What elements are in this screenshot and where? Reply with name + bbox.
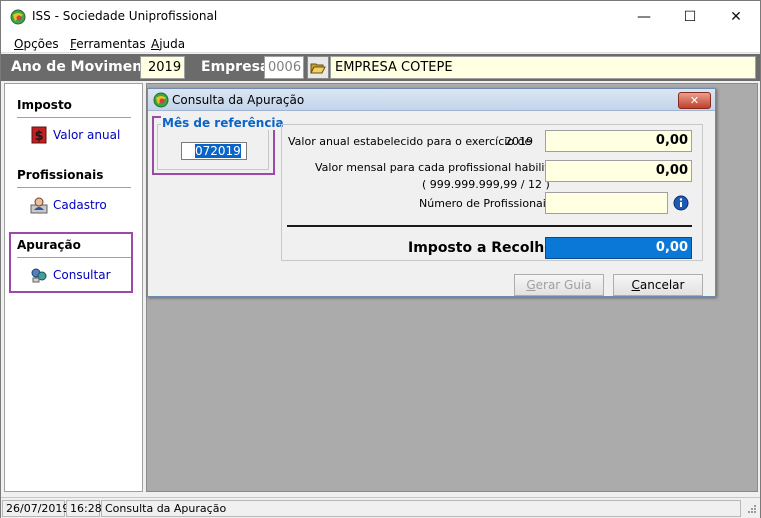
section-divider	[17, 257, 131, 258]
menu-ajuda[interactable]: Ajuda	[151, 37, 185, 51]
maximize-button[interactable]: ☐	[667, 1, 713, 33]
minimize-button[interactable]: —	[621, 1, 667, 33]
year-field[interactable]: 2019	[140, 56, 185, 79]
menu-ferramentas[interactable]: Ferramentas	[70, 37, 146, 51]
ref-month-legend: Mês de referência	[161, 116, 285, 130]
ref-month-value: 072019	[195, 144, 241, 158]
annual-label: Valor anual estabelecido para o exercíci…	[288, 135, 532, 148]
dialog-close-button[interactable]: ✕	[678, 92, 711, 109]
resize-grip-icon[interactable]	[745, 504, 757, 516]
sidebar-link-consultar[interactable]: Consultar	[53, 268, 111, 282]
annual-value-field: 0,00	[545, 130, 692, 152]
sidebar: Imposto $ Valor anual Profissionais Cada…	[4, 83, 143, 492]
dialog-title: Consulta da Apuração	[172, 93, 305, 107]
monthly-label: Valor mensal para cada profissional habi…	[315, 161, 570, 174]
company-name-field: EMPRESA COTEPE	[330, 56, 756, 79]
svg-text:$: $	[34, 129, 43, 144]
company-label: Empresa	[201, 59, 270, 75]
dialog-globe-icon	[153, 92, 169, 108]
menu-bar: Opções Ferramentas Ajuda	[1, 33, 760, 53]
menu-ajuda-label: juda	[159, 37, 186, 51]
tax-value-field: 0,00	[545, 237, 692, 259]
menu-ajuda-mnemonic: A	[151, 37, 160, 51]
app-globe-icon	[10, 9, 26, 25]
window-title: ISS - Sociedade Uniprofissional	[32, 9, 218, 23]
header-bar: Ano de Movimento 2019 Empresa 0006 EMPRE…	[1, 54, 760, 81]
menu-opcoes-label: pções	[23, 37, 59, 51]
section-divider	[17, 187, 131, 188]
num-prof-field	[545, 192, 668, 214]
status-date: 26/07/2019	[2, 500, 69, 517]
section-title-imposto: Imposto	[17, 98, 72, 112]
dollar-icon: $	[31, 126, 47, 144]
cancelar-mnemonic: C	[631, 278, 640, 292]
cancelar-button[interactable]: Cancelar	[613, 274, 703, 296]
year-label: Ano de Movimento	[11, 59, 159, 75]
gerar-guia-button[interactable]: Gerar Guia	[514, 274, 604, 296]
consulta-dialog: Consulta da Apuração ✕ Mês de referência…	[147, 88, 716, 297]
monthly-formula: ( 999.999.999,99 / 12 )	[422, 178, 550, 191]
tax-label: Imposto a Recolher	[408, 240, 561, 256]
folder-open-icon	[310, 63, 326, 73]
dialog-title-bar: Consulta da Apuração ✕	[148, 89, 715, 111]
monthly-value-field: 0,00	[545, 160, 692, 182]
company-code-field[interactable]: 0006	[264, 56, 304, 79]
people-search-icon	[31, 268, 47, 283]
section-divider	[17, 117, 131, 118]
separator-line	[287, 225, 692, 227]
app-window: ISS - Sociedade Uniprofissional — ☐ ✕ Op…	[0, 0, 761, 518]
section-title-profissionais: Profissionais	[17, 168, 104, 182]
sidebar-link-valor-anual[interactable]: Valor anual	[53, 128, 120, 142]
annual-year: 2019	[505, 135, 533, 148]
close-button[interactable]: ✕	[713, 1, 759, 33]
person-icon	[30, 197, 48, 214]
title-bar: ISS - Sociedade Uniprofissional — ☐ ✕	[1, 1, 760, 33]
info-icon[interactable]	[673, 195, 689, 211]
menu-opcoes[interactable]: Opções	[14, 37, 59, 51]
gerar-guia-label: erar Guia	[535, 278, 592, 292]
open-company-button[interactable]	[307, 56, 329, 79]
sidebar-link-cadastro[interactable]: Cadastro	[53, 198, 107, 212]
ref-month-input[interactable]: 072019	[181, 142, 247, 160]
status-message: Consulta da Apuração	[101, 500, 741, 517]
cancelar-label: ancelar	[639, 278, 685, 292]
status-bar: 26/07/2019 16:28 Consulta da Apuração	[1, 497, 760, 518]
section-title-apuracao: Apuração	[17, 238, 81, 252]
menu-ferramentas-label: erramentas	[76, 37, 146, 51]
status-time: 16:28	[66, 500, 102, 517]
num-prof-label: Número de Profissionais	[419, 197, 552, 210]
gerar-guia-mnemonic: G	[526, 278, 536, 292]
